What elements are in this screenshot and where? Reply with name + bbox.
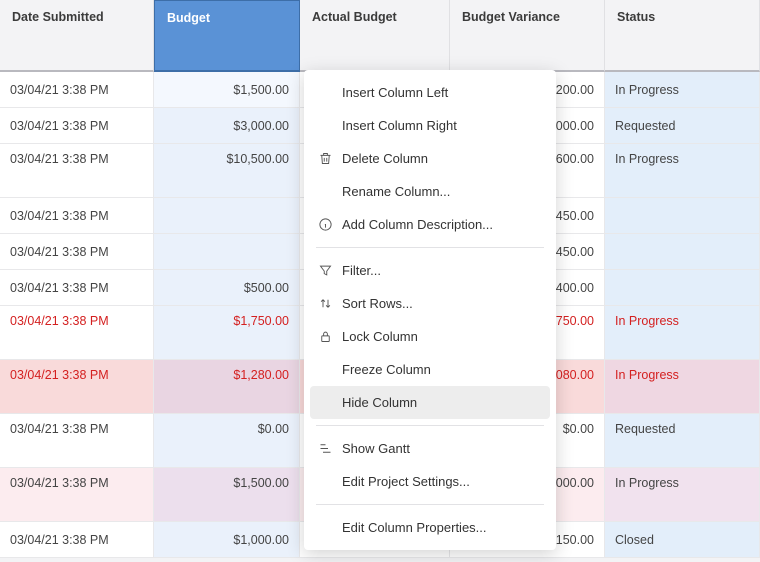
cell-budget[interactable]: $1,750.00 [154,306,300,360]
col-header-budget-variance[interactable]: Budget Variance [450,0,605,72]
cell-status[interactable]: Closed [605,522,760,558]
menu-filter[interactable]: Filter... [304,254,556,287]
cell-date[interactable]: 03/04/21 3:38 PM [0,468,154,522]
menu-label: Delete Column [342,151,428,166]
menu-freeze-column[interactable]: Freeze Column [304,353,556,386]
trash-icon [318,151,342,166]
cell-date[interactable]: 03/04/21 3:38 PM [0,198,154,234]
cell-status[interactable]: In Progress [605,360,760,414]
menu-label: Add Column Description... [342,217,493,232]
menu-delete-column[interactable]: Delete Column [304,142,556,175]
cell-status[interactable]: In Progress [605,306,760,360]
col-header-budget[interactable]: Budget [154,0,300,72]
menu-divider [316,425,544,426]
menu-edit-column-properties[interactable]: Edit Column Properties... [304,511,556,544]
cell-budget[interactable] [154,198,300,234]
menu-insert-column-left[interactable]: Insert Column Left [304,76,556,109]
menu-label: Insert Column Right [342,118,457,133]
cell-date[interactable]: 03/04/21 3:38 PM [0,414,154,468]
menu-sort-rows[interactable]: Sort Rows... [304,287,556,320]
cell-budget[interactable]: $1,000.00 [154,522,300,558]
cell-date[interactable]: 03/04/21 3:38 PM [0,522,154,558]
cell-status[interactable]: In Progress [605,144,760,198]
cell-budget[interactable]: $1,500.00 [154,72,300,108]
menu-label: Lock Column [342,329,418,344]
menu-rename-column[interactable]: Rename Column... [304,175,556,208]
menu-insert-column-right[interactable]: Insert Column Right [304,109,556,142]
menu-add-column-description[interactable]: Add Column Description... [304,208,556,241]
filter-icon [318,263,342,278]
cell-date[interactable]: 03/04/21 3:38 PM [0,360,154,414]
cell-status[interactable] [605,234,760,270]
lock-icon [318,329,342,344]
menu-label: Show Gantt [342,441,410,456]
column-context-menu: Insert Column Left Insert Column Right D… [304,70,556,550]
menu-label: Filter... [342,263,381,278]
cell-budget[interactable] [154,234,300,270]
cell-date[interactable]: 03/04/21 3:38 PM [0,270,154,306]
col-header-status[interactable]: Status [605,0,760,72]
cell-budget[interactable]: $500.00 [154,270,300,306]
menu-label: Sort Rows... [342,296,413,311]
cell-budget[interactable]: $1,280.00 [154,360,300,414]
menu-edit-project-settings[interactable]: Edit Project Settings... [304,465,556,498]
menu-label: Edit Column Properties... [342,520,487,535]
gantt-icon [318,441,342,456]
cell-date[interactable]: 03/04/21 3:38 PM [0,144,154,198]
menu-label: Hide Column [342,395,417,410]
menu-label: Edit Project Settings... [342,474,470,489]
cell-status[interactable]: Requested [605,108,760,144]
sort-icon [318,296,342,311]
menu-show-gantt[interactable]: Show Gantt [304,432,556,465]
menu-hide-column[interactable]: Hide Column [310,386,550,419]
col-header-actual-budget[interactable]: Actual Budget [300,0,450,72]
cell-budget[interactable]: $10,500.00 [154,144,300,198]
cell-budget[interactable]: $3,000.00 [154,108,300,144]
menu-divider [316,247,544,248]
cell-budget[interactable]: $0.00 [154,414,300,468]
cell-date[interactable]: 03/04/21 3:38 PM [0,306,154,360]
cell-status[interactable]: In Progress [605,72,760,108]
cell-date[interactable]: 03/04/21 3:38 PM [0,72,154,108]
cell-status[interactable] [605,198,760,234]
cell-status[interactable]: In Progress [605,468,760,522]
menu-label: Freeze Column [342,362,431,377]
menu-lock-column[interactable]: Lock Column [304,320,556,353]
col-header-date-submitted[interactable]: Date Submitted [0,0,154,72]
info-icon [318,217,342,232]
cell-status[interactable]: Requested [605,414,760,468]
cell-date[interactable]: 03/04/21 3:38 PM [0,234,154,270]
cell-date[interactable]: 03/04/21 3:38 PM [0,108,154,144]
cell-budget[interactable]: $1,500.00 [154,468,300,522]
menu-label: Insert Column Left [342,85,448,100]
menu-divider [316,504,544,505]
cell-status[interactable] [605,270,760,306]
menu-label: Rename Column... [342,184,450,199]
